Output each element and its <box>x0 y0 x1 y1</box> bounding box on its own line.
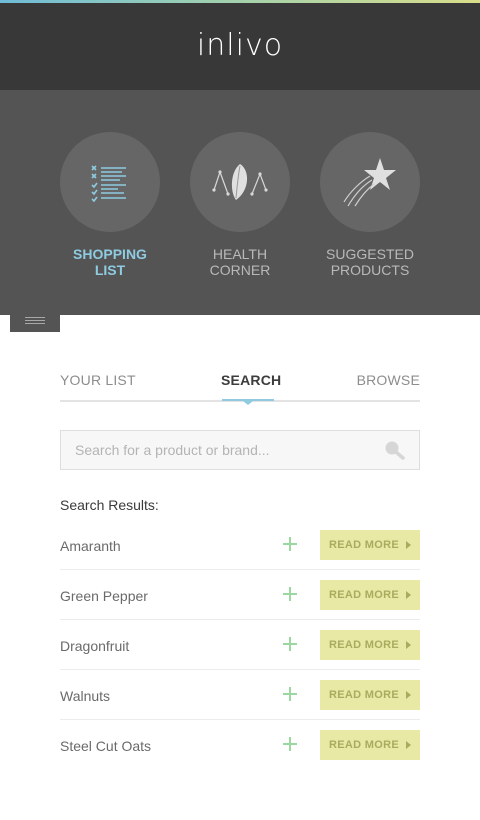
checklist-icon <box>91 165 126 203</box>
read-more-button[interactable]: READ MORE <box>320 580 420 610</box>
shooting-star-icon <box>343 158 396 207</box>
add-icon[interactable] <box>280 584 300 604</box>
category-suggested-products-circle[interactable] <box>320 132 420 232</box>
search-icon[interactable] <box>383 439 405 461</box>
list-item: Steel Cut Oats READ MORE <box>60 720 420 770</box>
product-name[interactable]: Green Pepper <box>60 588 148 604</box>
category-shopping-list-circle[interactable] <box>60 132 160 232</box>
app-header: inlivo <box>0 3 480 90</box>
product-name[interactable]: Steel Cut Oats <box>60 738 151 754</box>
category-health-corner-label: HEALTH CORNER <box>209 246 271 278</box>
chevron-right-icon <box>405 541 411 549</box>
read-more-button[interactable]: READ MORE <box>320 630 420 660</box>
category-shopping-list-label: SHOPPING LIST <box>73 246 147 278</box>
hamburger-icon <box>25 316 45 324</box>
list-item: Green Pepper READ MORE <box>60 570 420 620</box>
add-icon[interactable] <box>280 534 300 554</box>
seed-icon <box>212 164 268 200</box>
category-health-corner-circle[interactable] <box>190 132 290 232</box>
app-logo[interactable]: inlivo <box>197 28 283 63</box>
category-shopping-list[interactable]: SHOPPING LIST <box>60 132 160 278</box>
add-icon[interactable] <box>280 634 300 654</box>
search-box <box>60 430 420 470</box>
tab-search[interactable]: SEARCH <box>221 372 281 388</box>
tab-browse[interactable]: BROWSE <box>357 372 420 388</box>
search-input[interactable] <box>75 442 383 458</box>
chevron-right-icon <box>405 741 411 749</box>
category-suggested-products-label: SUGGESTED PRODUCTS <box>326 246 414 278</box>
active-tab-notch <box>243 401 253 405</box>
list-item: Walnuts READ MORE <box>60 670 420 720</box>
read-more-button[interactable]: READ MORE <box>320 730 420 760</box>
read-more-button[interactable]: READ MORE <box>320 680 420 710</box>
list-tabs: YOUR LIST SEARCH BROWSE <box>60 370 420 405</box>
chevron-right-icon <box>405 691 411 699</box>
menu-toggle-button[interactable] <box>10 308 60 332</box>
list-item: Dragonfruit READ MORE <box>60 620 420 670</box>
tab-your-list[interactable]: YOUR LIST <box>60 372 136 388</box>
category-nav: SHOPPING LIST HEALTH CORNER SUGGESTED PR… <box>0 90 480 315</box>
search-results-list: Amaranth READ MORE Green Pepper READ MOR… <box>60 520 420 770</box>
chevron-right-icon <box>405 641 411 649</box>
product-name[interactable]: Amaranth <box>60 538 121 554</box>
category-health-corner[interactable]: HEALTH CORNER <box>190 132 290 278</box>
category-suggested-products[interactable]: SUGGESTED PRODUCTS <box>320 132 420 278</box>
add-icon[interactable] <box>280 684 300 704</box>
list-item: Amaranth READ MORE <box>60 520 420 570</box>
search-results-heading: Search Results: <box>60 497 159 513</box>
read-more-button[interactable]: READ MORE <box>320 530 420 560</box>
product-name[interactable]: Dragonfruit <box>60 638 129 654</box>
add-icon[interactable] <box>280 734 300 754</box>
chevron-right-icon <box>405 591 411 599</box>
product-name[interactable]: Walnuts <box>60 688 110 704</box>
